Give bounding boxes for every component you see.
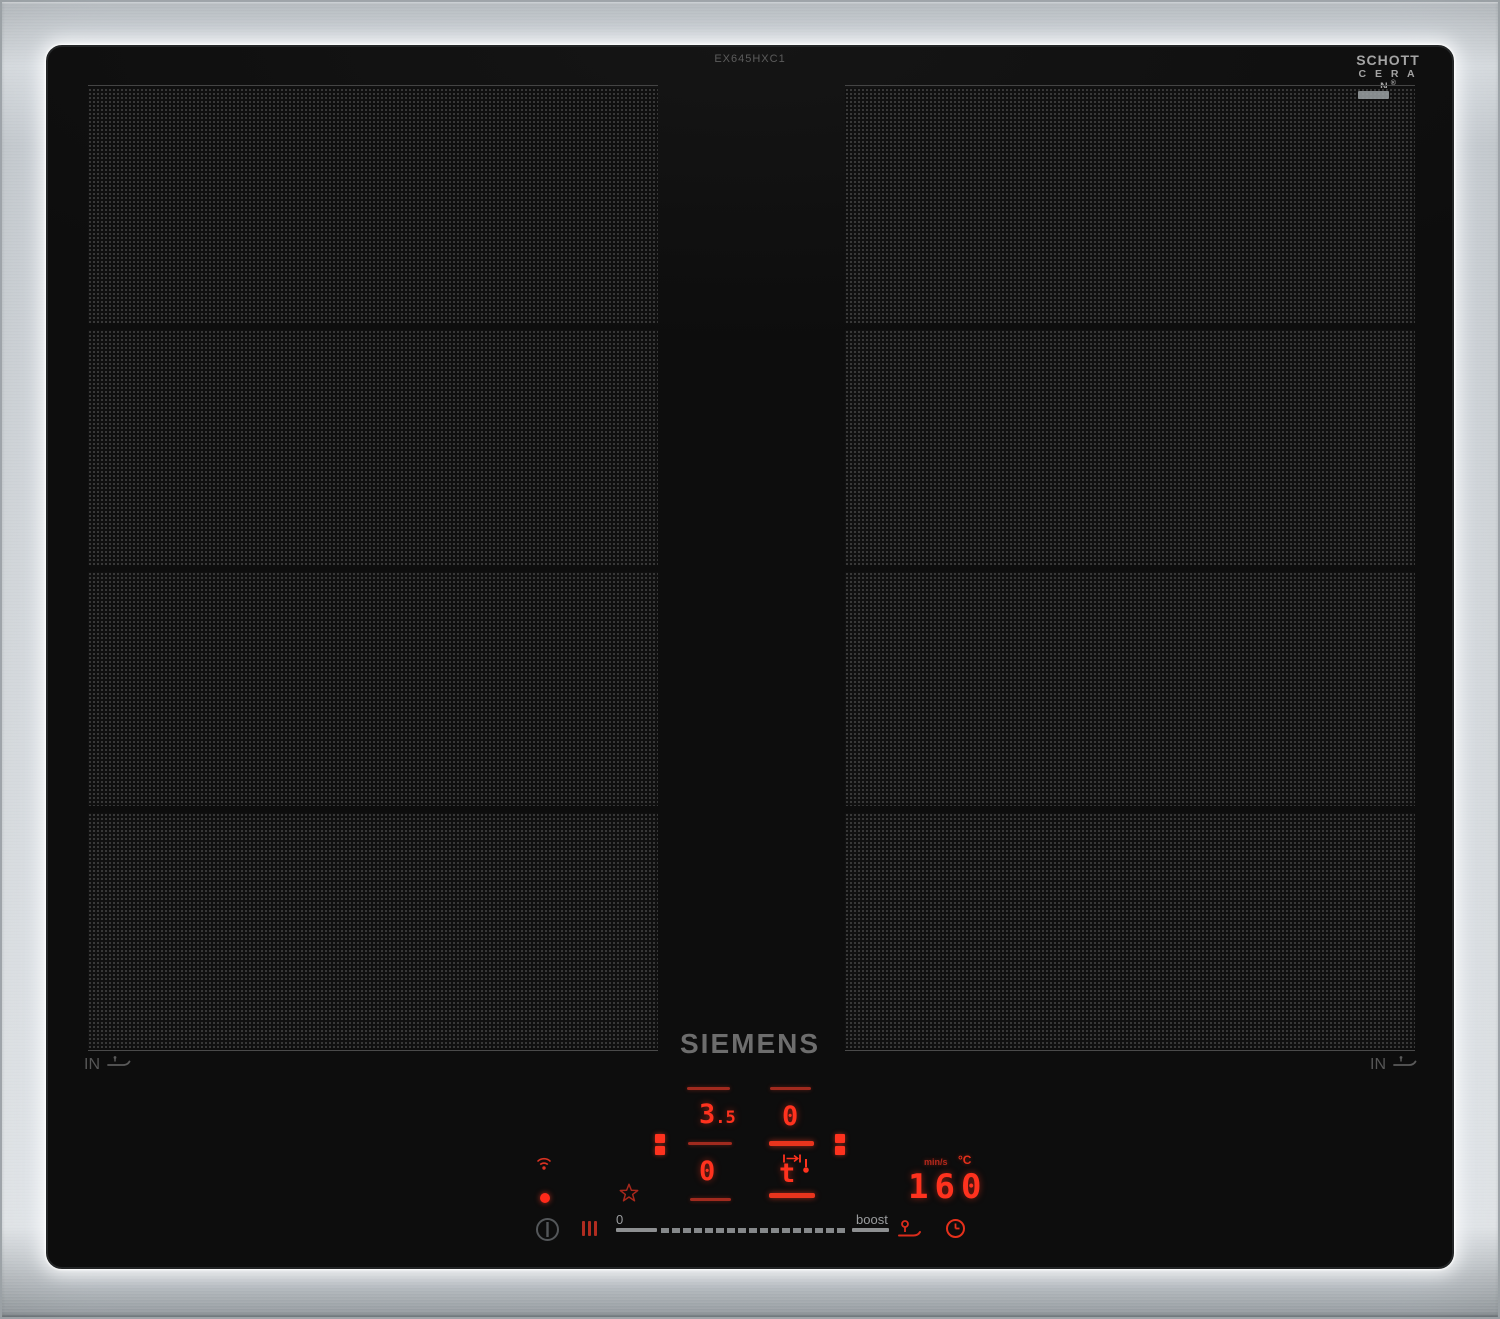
slider-track-end[interactable] [852,1228,889,1232]
right-zone-function-display: t [779,1160,795,1187]
timer-display: 160 [908,1170,987,1204]
left-zone-power-display: 3.5 [699,1101,736,1128]
power-button[interactable] [535,1217,560,1247]
slider-boost-label[interactable]: boost [856,1212,888,1227]
pan-presence-indicator-left [655,1134,665,1155]
temp-unit-celsius: °C [958,1153,971,1167]
zone-display-divider [688,1142,732,1145]
induction-zone-band [88,88,658,323]
zone-display-divider [690,1198,731,1201]
slider-min-label[interactable]: 0 [616,1212,623,1227]
zone-display-divider [769,1193,815,1198]
status-indicator-dot [540,1193,550,1203]
pan-presence-segment [835,1134,845,1143]
pan-detection-marker-right: IN [1370,1054,1417,1076]
printed-spec-patch [1358,91,1389,99]
pause-bar [594,1221,597,1236]
flex-induction-zone-left [88,85,658,1051]
induction-zone-band [88,572,658,807]
induction-zone-band [845,88,1415,323]
pan-presence-segment [655,1146,665,1155]
power-slider[interactable] [661,1228,848,1233]
siemens-logo: SIEMENS [0,1028,1500,1060]
pause-bar [588,1221,591,1236]
induction-zone-band [845,813,1415,1048]
zone-display-divider [770,1087,811,1090]
zone-display-divider [769,1141,814,1146]
induction-zone-band [845,330,1415,565]
in-label: IN [1370,1056,1386,1074]
pan-presence-segment [655,1134,665,1143]
wifi-icon[interactable] [536,1156,552,1176]
schott-text: SCHOTT [1350,53,1426,67]
pan-presence-indicator-right [835,1134,845,1155]
pan-presence-segment [835,1146,845,1155]
in-label: IN [84,1056,100,1074]
induction-pan-icon [107,1054,131,1076]
right-zone-power-display: 0 [782,1103,798,1130]
induction-pan-icon [1393,1054,1417,1076]
pause-button[interactable] [582,1221,597,1236]
flex-induction-zone-right [845,85,1415,1051]
timer-clock-icon[interactable] [945,1218,966,1244]
induction-zone-band [88,330,658,565]
model-number-label: EX645HXC1 [0,53,1500,65]
thermometer-icon [801,1158,811,1179]
cooktop-frame: EX645HXC1 SCHOTT C E R A N® SIEMENS IN I… [0,0,1500,1319]
pan-detection-marker-left: IN [84,1054,131,1076]
induction-zone-band [88,813,658,1048]
favorites-star-icon[interactable] [618,1182,640,1209]
pause-bar [582,1221,585,1236]
left-zone-secondary-display: 0 [699,1158,715,1185]
induction-zone-band [845,572,1415,807]
timer-unit-min-s: min/s [924,1157,948,1167]
slider-track-start[interactable] [616,1228,657,1232]
fry-sensor-icon[interactable] [898,1219,924,1245]
zone-display-divider [687,1087,730,1090]
